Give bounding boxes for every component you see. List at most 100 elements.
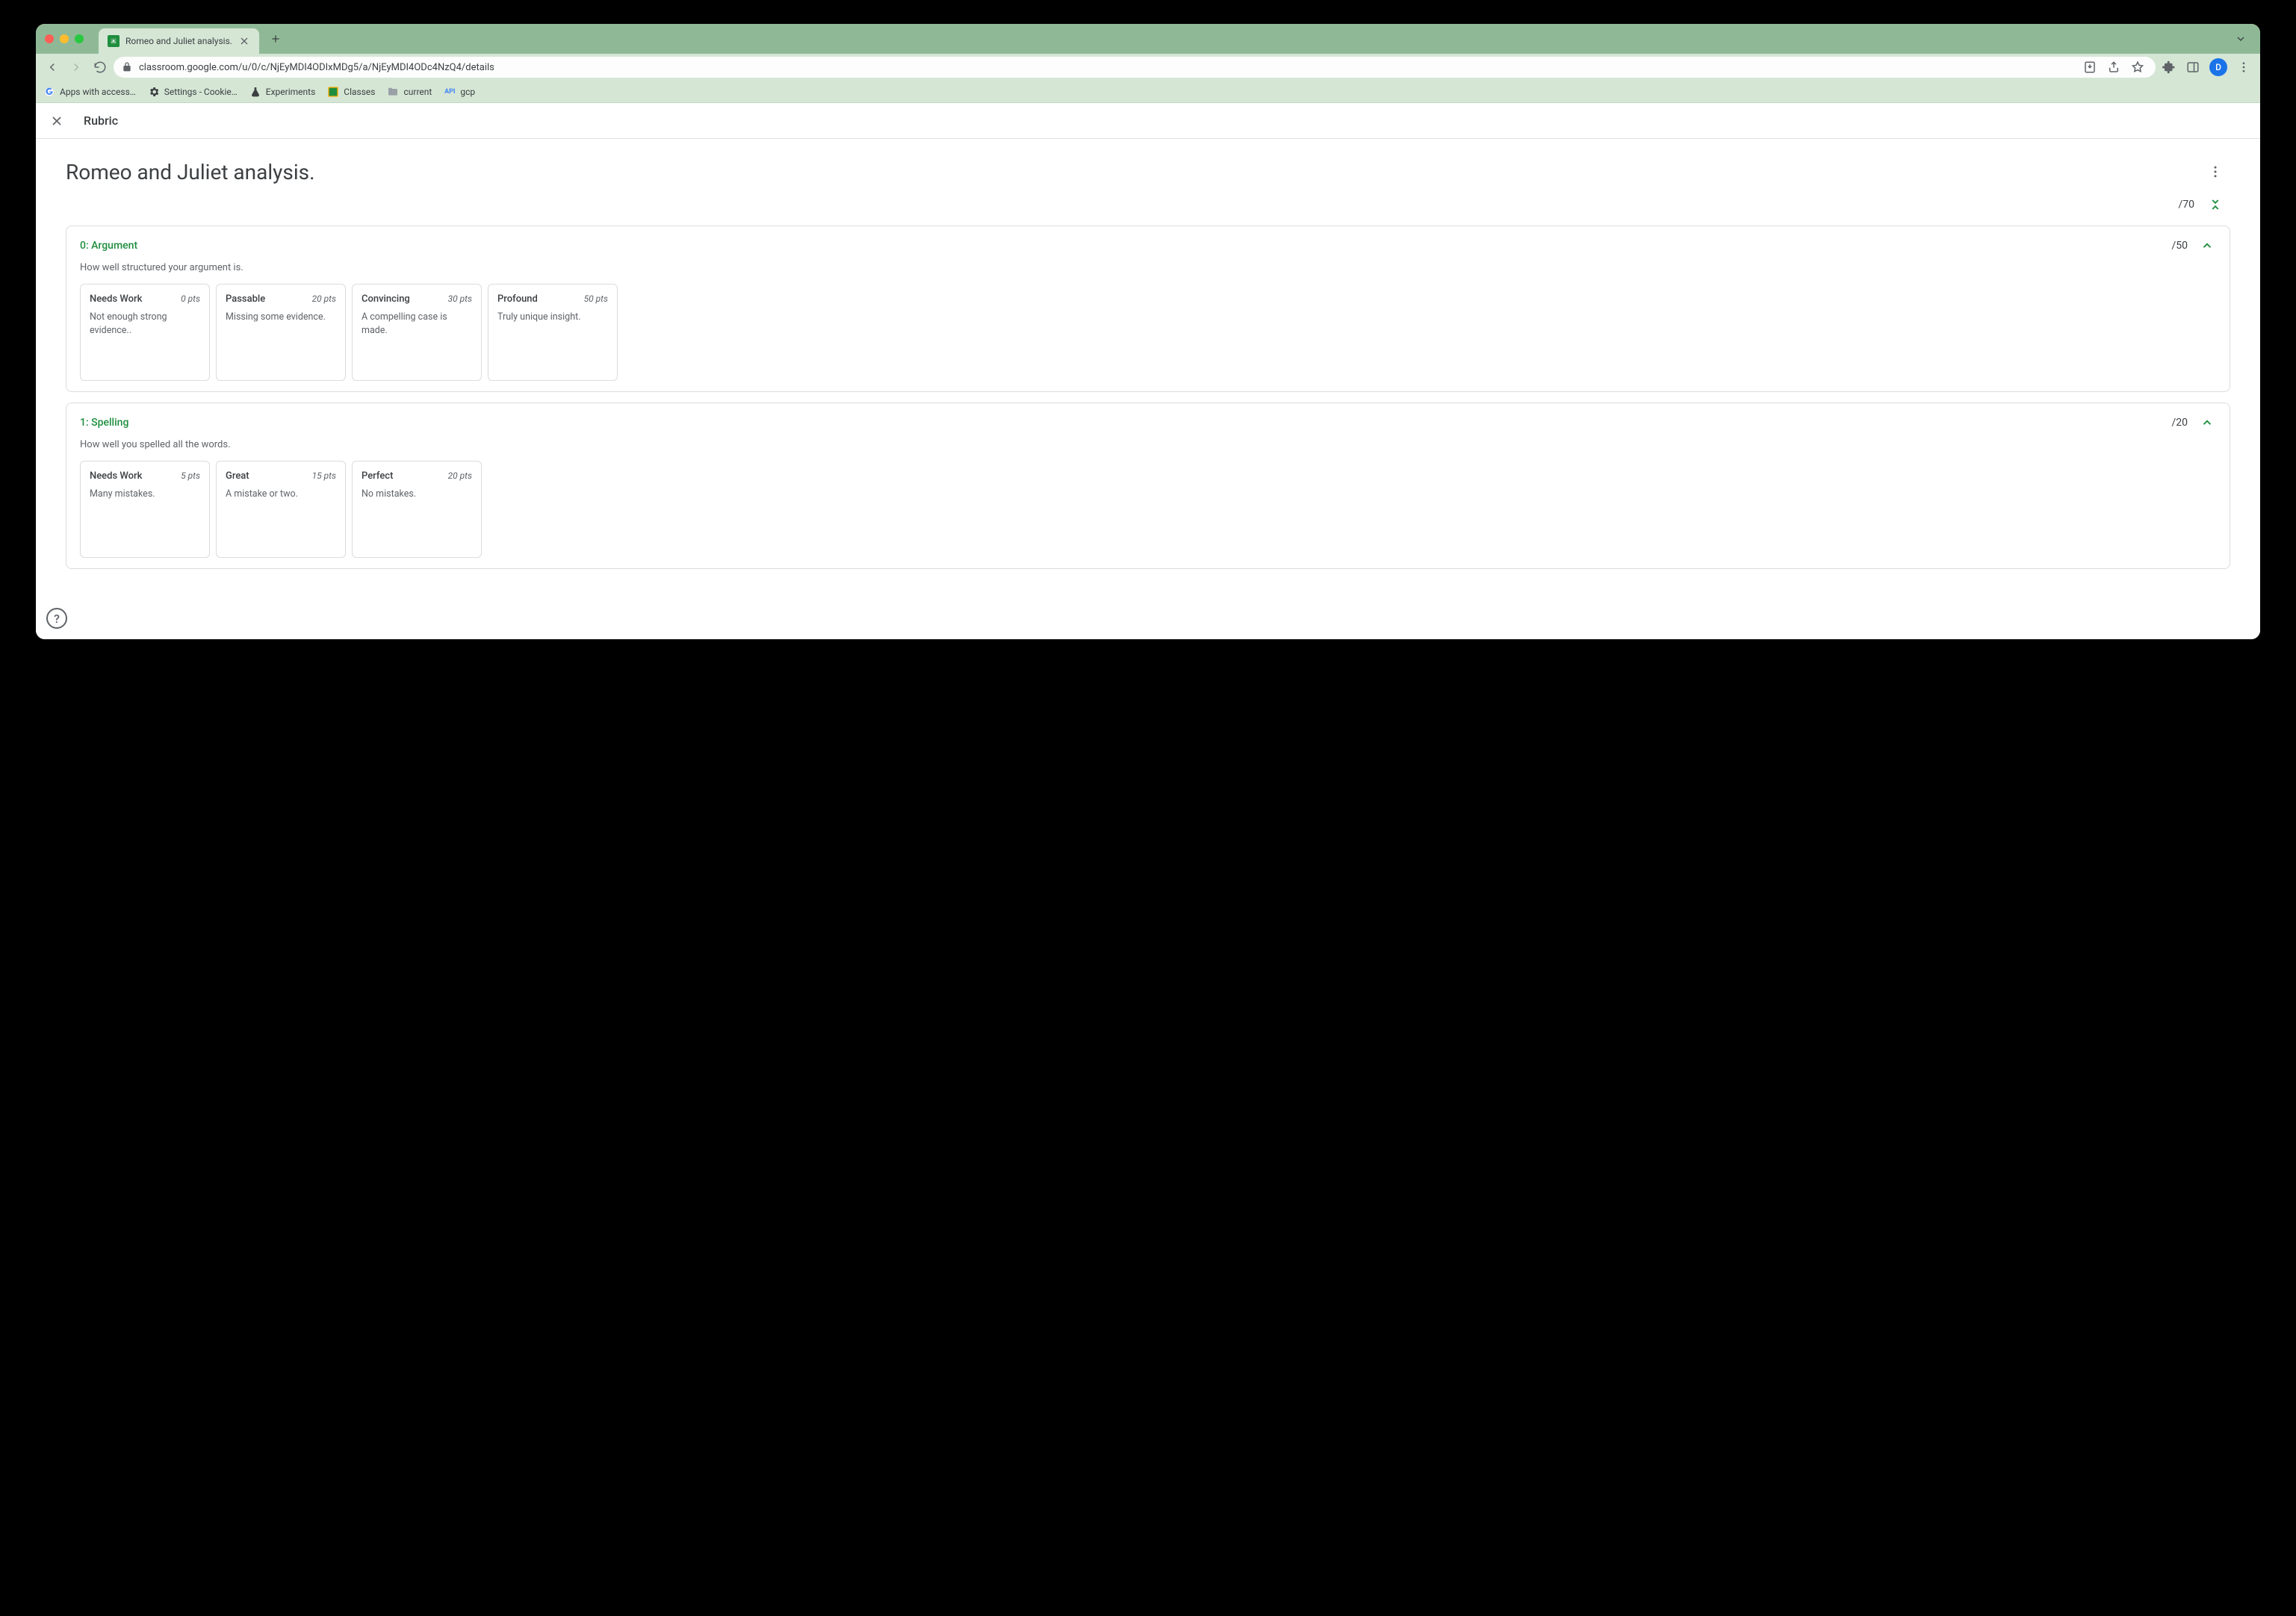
- level-points: 30 pts: [448, 293, 472, 304]
- level-name: Profound: [497, 293, 538, 305]
- criterion-collapse-button[interactable]: [2198, 414, 2216, 432]
- level-card[interactable]: Great 15 pts A mistake or two.: [216, 461, 346, 558]
- profile-avatar[interactable]: D: [2209, 58, 2227, 76]
- level-head: Passable20 pts: [226, 293, 336, 305]
- collapse-all-button[interactable]: [2203, 193, 2227, 217]
- criterion-title: 1: Spelling: [80, 417, 128, 429]
- criterion-points: /20: [2171, 417, 2188, 429]
- bookmark-settings-cookie[interactable]: Settings - Cookie…: [148, 86, 238, 98]
- classroom-favicon-icon: [108, 35, 120, 47]
- level-card[interactable]: Convincing 30 pts A compelling case is mad…: [352, 284, 482, 381]
- level-card[interactable]: Perfect 20 pts No mistakes.: [352, 461, 482, 558]
- tab-bar: Romeo and Juliet analysis.: [36, 24, 2260, 54]
- api-icon: API: [444, 86, 456, 98]
- url-field[interactable]: classroom.google.com/u/0/c/NjEyMDI4ODIxM…: [114, 57, 2156, 78]
- tabs-dropdown-button[interactable]: [2230, 28, 2251, 49]
- window-controls: [45, 34, 84, 43]
- assignment-more-button[interactable]: [2200, 157, 2230, 187]
- level-card[interactable]: Profound 50 pts Truly unique insight.: [488, 284, 618, 381]
- total-points-row: /70: [66, 193, 2230, 217]
- level-name: Great: [226, 470, 249, 482]
- app-content: Rubric Romeo and Juliet analysis. /70 0:…: [36, 103, 2260, 639]
- level-description: Many mistakes.: [90, 488, 200, 501]
- section-label: Rubric: [84, 114, 118, 128]
- new-tab-button[interactable]: [265, 28, 286, 49]
- level-points: 50 pts: [584, 293, 608, 304]
- criterion-title: 0: Argument: [80, 240, 137, 252]
- level-card[interactable]: Needs Work 0 pts Not enough strong evidenc…: [80, 284, 210, 381]
- level-description: No mistakes.: [362, 488, 472, 501]
- bookmark-classes[interactable]: Classes: [327, 86, 375, 98]
- side-panel-button[interactable]: [2182, 57, 2203, 78]
- browser-window: Romeo and Juliet analysis. classroom.g: [36, 24, 2260, 639]
- level-name: Perfect: [362, 470, 393, 482]
- level-description: A compelling case is made.: [362, 311, 472, 337]
- level-description: A mistake or two.: [226, 488, 336, 501]
- criterion-header: 1: Spelling/20: [80, 414, 2216, 432]
- level-description: Missing some evidence.: [226, 311, 336, 324]
- total-points: /70: [2178, 199, 2194, 211]
- level-points: 15 pts: [312, 470, 336, 481]
- criterion-collapse-button[interactable]: [2198, 237, 2216, 255]
- level-points: 20 pts: [448, 470, 472, 481]
- gear-icon: [148, 86, 160, 98]
- levels-row: Needs Work 5 pts Many mistakes. Great 15 pts…: [80, 461, 2216, 558]
- share-icon[interactable]: [2103, 57, 2124, 78]
- bookmark-label: Apps with access…: [60, 87, 136, 97]
- forward-button[interactable]: [66, 57, 87, 78]
- assignment-title: Romeo and Juliet analysis.: [66, 160, 315, 184]
- level-name: Passable: [226, 293, 265, 305]
- level-name: Needs Work: [90, 470, 142, 482]
- flask-icon: [249, 86, 261, 98]
- level-card[interactable]: Needs Work 5 pts Many mistakes.: [80, 461, 210, 558]
- browser-tab-active[interactable]: Romeo and Juliet analysis.: [99, 28, 259, 54]
- level-head: Needs Work 0 pts: [90, 293, 200, 305]
- back-button[interactable]: [42, 57, 63, 78]
- page-body: Romeo and Juliet analysis. /70 0: Argume…: [36, 139, 2260, 639]
- address-bar: classroom.google.com/u/0/c/NjEyMDI4ODIxM…: [36, 54, 2260, 81]
- bookmark-label: Settings - Cookie…: [164, 87, 238, 97]
- criterion-header-right: /20: [2171, 414, 2216, 432]
- criterion-card: 0: Argument/50 How well structured your a…: [66, 226, 2230, 392]
- tab-title: Romeo and Juliet analysis.: [125, 36, 232, 46]
- criterion-description: How well you spelled all the words.: [80, 439, 2216, 450]
- level-name: Needs Work: [90, 293, 142, 305]
- folder-icon: [387, 86, 399, 98]
- bookmark-label: Classes: [344, 87, 375, 97]
- bookmark-label: gcp: [460, 87, 475, 97]
- close-rubric-button[interactable]: [48, 112, 66, 130]
- level-name: Convincing: [362, 293, 410, 305]
- level-points: 0 pts: [181, 293, 200, 304]
- title-row: Romeo and Juliet analysis.: [66, 157, 2230, 187]
- reload-button[interactable]: [90, 57, 111, 78]
- window-minimize-button[interactable]: [60, 34, 69, 43]
- extensions-button[interactable]: [2159, 57, 2179, 78]
- level-points: 5 pts: [181, 470, 200, 481]
- bookmarks-bar: Apps with access… Settings - Cookie… Exp…: [36, 81, 2260, 103]
- classroom-icon: [327, 86, 339, 98]
- window-close-button[interactable]: [45, 34, 54, 43]
- window-maximize-button[interactable]: [75, 34, 84, 43]
- url-text: classroom.google.com/u/0/c/NjEyMDI4ODIxM…: [139, 62, 2073, 73]
- criterion-header: 0: Argument/50: [80, 237, 2216, 255]
- criterion-description: How well structured your argument is.: [80, 262, 2216, 273]
- criterion-points: /50: [2171, 240, 2188, 252]
- browser-menu-button[interactable]: [2233, 57, 2254, 78]
- bookmark-current[interactable]: current: [387, 86, 432, 98]
- bookmark-star-icon[interactable]: [2127, 57, 2148, 78]
- level-card[interactable]: Passable20 pts Missing some evidence.: [216, 284, 346, 381]
- level-head: Needs Work 5 pts: [90, 470, 200, 482]
- tab-close-button[interactable]: [238, 35, 250, 47]
- level-head: Profound 50 pts: [497, 293, 608, 305]
- level-head: Great 15 pts: [226, 470, 336, 482]
- bookmark-gcp[interactable]: API gcp: [444, 86, 475, 98]
- bookmark-experiments[interactable]: Experiments: [249, 86, 316, 98]
- level-description: Not enough strong evidence..: [90, 311, 200, 337]
- help-button[interactable]: ?: [46, 608, 67, 629]
- install-app-icon[interactable]: [2079, 57, 2100, 78]
- bookmark-label: Experiments: [266, 87, 316, 97]
- criterion-header-right: /50: [2171, 237, 2216, 255]
- bookmark-apps-with-access[interactable]: Apps with access…: [43, 86, 136, 98]
- level-description: Truly unique insight.: [497, 311, 608, 324]
- levels-row: Needs Work 0 pts Not enough strong evidenc…: [80, 284, 2216, 381]
